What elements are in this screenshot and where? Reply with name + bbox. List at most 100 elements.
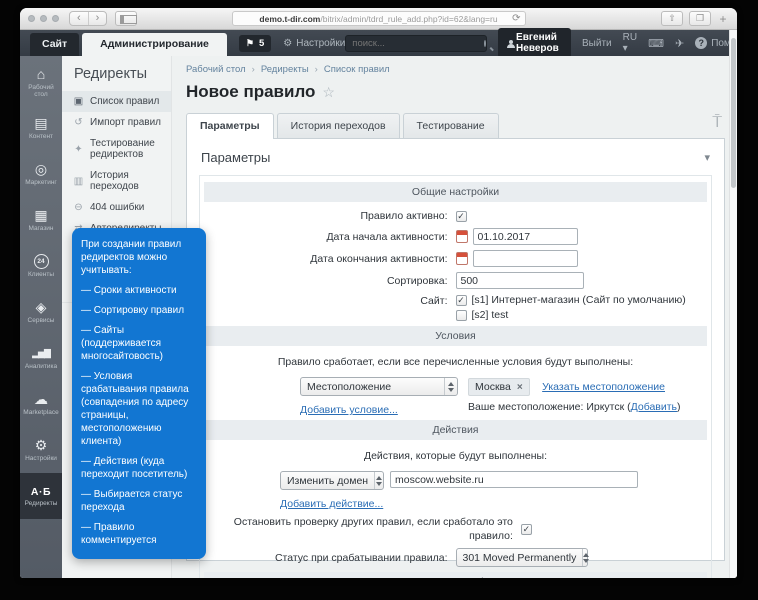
date-end-input[interactable] — [473, 250, 578, 267]
bar-chart-icon: ▂▅▇ — [32, 346, 50, 361]
notifications-button[interactable]: ⚑ 5 — [239, 35, 271, 52]
pin-tabs-icon[interactable]: ⍑ — [712, 114, 722, 132]
sort-input[interactable] — [456, 272, 584, 289]
tab-parameters[interactable]: Параметры — [186, 113, 274, 139]
date-start-label: Дата начала активности: — [204, 230, 456, 244]
condition-type-select[interactable]: Местоположение — [300, 377, 458, 396]
add-location-link[interactable]: Добавить — [631, 401, 677, 413]
add-action-link[interactable]: Добавить действие... — [280, 498, 384, 510]
site-tab[interactable]: Сайт — [30, 33, 79, 56]
basket-icon: ▦ — [34, 208, 47, 223]
breadcrumb-redirects[interactable]: Редиректы — [261, 64, 309, 75]
share-icon[interactable]: ⇧ — [661, 11, 683, 26]
sidebar-item-history[interactable]: ▥История переходов — [62, 165, 171, 197]
status-label: Статус при срабатывании правила: — [204, 551, 456, 565]
search-box[interactable] — [345, 35, 487, 52]
reload-icon[interactable]: ⟳ — [512, 13, 520, 24]
set-location-link[interactable]: Указать местоположение — [542, 381, 665, 393]
select-stepper-icon — [374, 472, 383, 489]
notifications-count: 5 — [259, 38, 264, 49]
tooltip-intro: При создании правил редиректов можно учи… — [81, 238, 197, 277]
flag-icon: ⚑ — [246, 38, 254, 49]
sidebar-item-testing[interactable]: ✦Тестирование редиректов — [62, 133, 171, 165]
rail-item-redirects[interactable]: А·БРедиректы — [20, 473, 62, 519]
stop-check-label: Остановить проверку других правил, если … — [204, 515, 521, 543]
sidebar-item-rules-list[interactable]: ▣Список правил — [62, 91, 171, 112]
new-tab-icon[interactable]: + — [717, 12, 729, 26]
sidebar-toggle-icon[interactable] — [115, 11, 137, 26]
tooltip-bullet: — Действия (куда переходит посетитель) — [81, 455, 197, 481]
clients-24-icon: 24 — [34, 254, 49, 269]
list-icon: ▣ — [73, 96, 84, 107]
tabs-overview-icon[interactable]: ❐ — [689, 11, 711, 26]
conditions-intro: Правило сработает, если все перечисленны… — [204, 356, 707, 368]
user-menu-button[interactable]: Евгений Неверов — [498, 28, 571, 58]
tooltip-bullet: — Сроки активности — [81, 284, 197, 297]
calendar-icon[interactable] — [456, 230, 468, 243]
favorite-star-icon[interactable]: ☆ — [322, 84, 335, 101]
module-rail: ⌂Рабочий стол ▤Контент ◎Маркетинг ▦Магаз… — [20, 56, 62, 578]
rail-item-settings[interactable]: ⚙Настройки — [20, 427, 62, 473]
actions-intro: Действия, которые будут выполнены: — [204, 450, 707, 462]
target-icon: ◎ — [35, 162, 47, 177]
sort-label: Сортировка: — [204, 274, 456, 288]
rail-item-content[interactable]: ▤Контент — [20, 105, 62, 151]
cloud-icon: ☁ — [34, 392, 48, 407]
pin-icon[interactable]: ✈ — [675, 37, 684, 50]
minimize-icon[interactable] — [40, 15, 47, 22]
breadcrumb-rules-list[interactable]: Список правил — [324, 64, 390, 75]
sidebar-item-404[interactable]: ⊖404 ошибки — [62, 197, 171, 218]
rail-item-marketing[interactable]: ◎Маркетинг — [20, 151, 62, 197]
breadcrumb: Рабочий стол › Редиректы › Список правил — [186, 64, 725, 75]
add-condition-link[interactable]: Добавить условие... — [300, 404, 458, 416]
tab-testing[interactable]: Тестирование — [403, 113, 499, 138]
calendar-icon[interactable] — [456, 252, 468, 265]
address-bar[interactable]: demo.t-dir.com/bitrix/admin/tdrd_rule_ad… — [232, 11, 526, 26]
collapse-chevron-icon[interactable]: ▾ — [704, 151, 710, 164]
search-input[interactable] — [352, 38, 484, 49]
settings-button[interactable]: ⚙ Настройки — [283, 38, 345, 49]
admin-topbar: Сайт Администрирование ⚑ 5 ⚙ Настройки Е… — [20, 30, 737, 56]
site-s1-checkbox[interactable] — [456, 295, 467, 306]
layers-icon: ◈ — [36, 300, 47, 315]
rail-item-marketplace[interactable]: ☁Marketplace — [20, 381, 62, 427]
action-type-select[interactable]: Изменить домен — [280, 471, 384, 490]
site-s2-checkbox[interactable] — [456, 310, 467, 321]
user-name: Евгений Неверов — [516, 32, 562, 54]
date-start-input[interactable] — [473, 228, 578, 245]
form-tabs: Параметры История переходов Тестирование… — [186, 113, 725, 138]
forward-icon[interactable]: › — [89, 12, 107, 25]
rail-item-store[interactable]: ▦Магазин — [20, 197, 62, 243]
lightbulb-icon: ✦ — [73, 144, 84, 155]
gear-icon: ⚙ — [283, 38, 292, 49]
language-selector[interactable]: RU ▾ — [623, 32, 637, 54]
administration-tab[interactable]: Администрирование — [82, 33, 227, 56]
tab-history[interactable]: История переходов — [277, 113, 400, 138]
sidebar-item-import[interactable]: ↺Импорт правил — [62, 112, 171, 133]
breadcrumb-separator: › — [315, 64, 318, 75]
hotkeys-icon[interactable]: ⌨ — [648, 37, 664, 50]
rail-item-desktop[interactable]: ⌂Рабочий стол — [20, 59, 62, 105]
status-select[interactable]: 301 Moved Permanently — [456, 548, 588, 567]
zoom-icon[interactable] — [52, 15, 59, 22]
back-icon[interactable]: ‹ — [70, 12, 89, 25]
site-s1-label: [s1] Интернет-магазин (Сайт по умолчанию… — [472, 294, 686, 306]
domain-input[interactable] — [390, 471, 638, 488]
url-host: demo.t-dir.com — [259, 14, 320, 24]
rail-item-services[interactable]: ◈Сервисы — [20, 289, 62, 335]
logout-link[interactable]: Выйти — [582, 38, 612, 49]
remove-chip-icon[interactable]: × — [517, 382, 523, 393]
page-scrollbar[interactable] — [729, 30, 737, 578]
scrollbar-thumb[interactable] — [731, 38, 736, 188]
active-checkbox[interactable] — [456, 211, 467, 222]
help-icon: ? — [695, 37, 707, 49]
nav-buttons[interactable]: ‹ › — [69, 11, 107, 26]
search-icon[interactable] — [484, 40, 486, 47]
stop-check-checkbox[interactable] — [521, 524, 532, 535]
rail-item-analytics[interactable]: ▂▅▇Аналитика — [20, 335, 62, 381]
rail-item-clients[interactable]: 24Клиенты — [20, 243, 62, 289]
traffic-lights[interactable] — [28, 15, 59, 22]
breadcrumb-desktop[interactable]: Рабочий стол — [186, 64, 246, 75]
your-location-line: Ваше местоположение: Иркутск (Добавить) — [468, 401, 681, 413]
close-icon[interactable] — [28, 15, 35, 22]
